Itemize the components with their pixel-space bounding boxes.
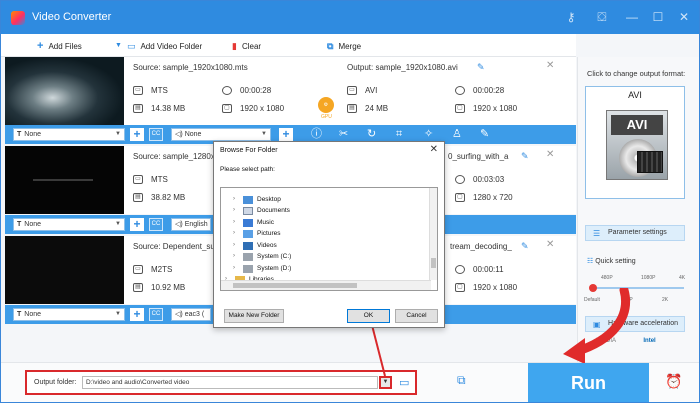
drive-icon [243, 264, 253, 273]
tree-item-music[interactable]: › Music [233, 217, 274, 228]
tree-item-system-c[interactable]: › System (C:) [233, 251, 291, 262]
dialog-title: Browse For Folder [220, 147, 278, 154]
folder-tree[interactable]: › Desktop › Documents › Music › Pictures › Vi… [220, 187, 438, 291]
red-swoosh-arrow [563, 288, 630, 363]
horizontal-scrollbar[interactable] [221, 280, 431, 290]
desktop-icon [243, 195, 253, 204]
videos-icon [243, 241, 253, 250]
pictures-icon [243, 229, 253, 238]
tree-item-desktop[interactable]: › Desktop [233, 194, 281, 205]
ok-button[interactable]: OK [347, 309, 390, 323]
tree-item-documents[interactable]: › Documents [233, 205, 290, 216]
vertical-scrollbar[interactable] [429, 188, 437, 280]
tree-item-videos[interactable]: › Videos [233, 240, 277, 251]
make-new-folder-button[interactable]: Make New Folder [224, 309, 284, 323]
music-icon [243, 218, 253, 227]
cancel-button[interactable]: Cancel [395, 309, 438, 323]
tree-item-pictures[interactable]: › Pictures [233, 228, 280, 239]
documents-icon [243, 206, 253, 215]
tree-item-system-d[interactable]: › System (D:) [233, 263, 291, 274]
dialog-prompt: Please select path: [220, 166, 275, 173]
drive-icon [243, 252, 253, 261]
browse-folder-dialog: Browse For Folder ✕ Please select path: … [213, 141, 445, 328]
dialog-close-icon[interactable]: ✕ [430, 144, 438, 155]
video-converter-window: Video Converter ⚷ ⛋ — ☐ ✕ + Add Files ▼ … [0, 0, 700, 403]
